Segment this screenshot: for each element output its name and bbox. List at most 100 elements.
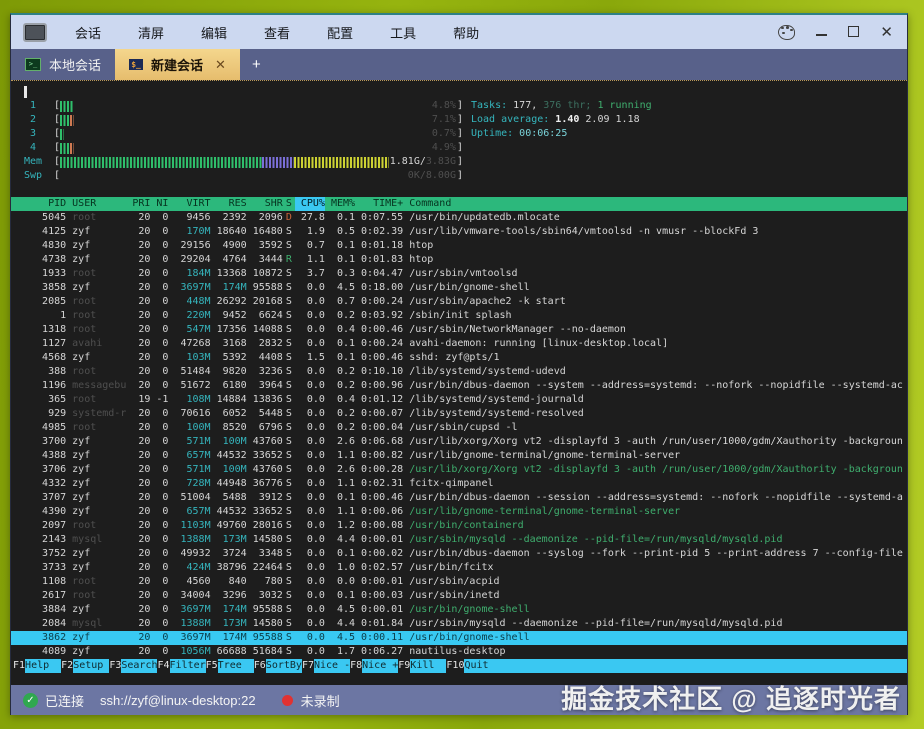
process-row[interactable]: 4125zyf200170M1864016480S1.90.50:02.39/u…	[11, 225, 907, 239]
cell-state: S	[283, 323, 295, 337]
tab-local-session[interactable]: >_ 本地会话	[11, 49, 115, 80]
cell-ni: 0	[150, 323, 168, 337]
fkey-f1[interactable]: F1Help	[13, 659, 61, 673]
process-row[interactable]: 1196messagebu2005167261803964S0.00.20:00…	[11, 379, 907, 393]
cell-ni: 0	[150, 449, 168, 463]
tab-new-session[interactable]: $_ 新建会话 ✕	[115, 49, 240, 80]
process-row[interactable]: 365root19-1108M1488413836S0.00.40:01.12/…	[11, 393, 907, 407]
cell-user: avahi	[72, 337, 126, 351]
fkey-f8[interactable]: F8Nice +	[350, 659, 398, 673]
process-row[interactable]: 4738zyf2002920447643444R1.10.10:01.83hto…	[11, 253, 907, 267]
menu-item[interactable]: 编辑	[201, 23, 227, 42]
column-header-pid[interactable]: PID	[24, 197, 66, 211]
new-tab-button[interactable]: +	[240, 49, 273, 80]
process-row[interactable]: 929systemd-r2007061660525448S0.00.20:00.…	[11, 407, 907, 421]
cell-mem: 0.0	[325, 575, 355, 589]
column-header-shr[interactable]: SHR	[247, 197, 283, 211]
process-row[interactable]: 2084mysql2001388M173M14580S0.04.40:01.84…	[11, 617, 907, 631]
cell-user: messagebu	[72, 379, 126, 393]
cell-virt: 103M	[168, 351, 210, 365]
column-header-res[interactable]: RES	[211, 197, 247, 211]
column-header-s[interactable]: S	[283, 197, 295, 211]
tab-close-icon[interactable]: ✕	[215, 57, 226, 73]
minimize-button[interactable]	[816, 26, 827, 39]
process-row[interactable]: 1318root200547M1735614088S0.00.40:00.46/…	[11, 323, 907, 337]
meter-segment	[60, 157, 262, 168]
cell-virt: 3697M	[168, 631, 210, 645]
meter-bar: 7.1%	[60, 113, 457, 127]
process-row[interactable]: 3700zyf200571M100M43760S0.02.60:06.68/us…	[11, 435, 907, 449]
close-button[interactable]: ✕	[880, 25, 893, 40]
process-row[interactable]: 1108root2004560840780S0.00.00:00.01/usr/…	[11, 575, 907, 589]
cell-user: zyf	[72, 463, 126, 477]
fkey-f7[interactable]: F7Nice -	[302, 659, 350, 673]
cell-shr: 14088	[247, 323, 283, 337]
column-header-cmd[interactable]: Command	[409, 197, 907, 211]
fkey-f5[interactable]: F5Tree	[206, 659, 254, 673]
info-text: ;	[585, 99, 597, 113]
theme-palette-icon[interactable]	[778, 25, 795, 40]
process-row[interactable]: 4332zyf200728M4494836776S0.01.10:02.31fc…	[11, 477, 907, 491]
cell-time: 0:00.28	[355, 463, 403, 477]
menu-item[interactable]: 配置	[327, 23, 353, 42]
cell-res: 38796	[211, 561, 247, 575]
process-row[interactable]: 2617root2003400432963032S0.00.10:00.03/u…	[11, 589, 907, 603]
watermark-text: 掘金技术社区 @ 追逐时光者	[561, 679, 901, 716]
process-row[interactable]: 4390zyf200657M4453233652S0.01.10:00.06/u…	[11, 505, 907, 519]
process-row[interactable]: 2143mysql2001388M173M14580S0.04.40:00.01…	[11, 533, 907, 547]
cell-time: 0:00.11	[355, 631, 403, 645]
cell-time: 0:00.03	[355, 589, 403, 603]
process-row[interactable]: 3858zyf2003697M174M95588S0.04.50:18.00/u…	[11, 281, 907, 295]
cell-cpu: 0.0	[295, 435, 325, 449]
cell-res: 173M	[211, 617, 247, 631]
cell-mem: 4.4	[325, 617, 355, 631]
local-terminal-icon: >_	[25, 58, 41, 71]
cell-ni: 0	[150, 491, 168, 505]
fkey-f3[interactable]: F3Search	[109, 659, 157, 673]
process-row[interactable]: 3862zyf2003697M174M95588S0.04.50:00.11/u…	[11, 631, 907, 645]
column-header-virt[interactable]: VIRT	[168, 197, 210, 211]
menu-item[interactable]: 会话	[75, 23, 101, 42]
fkey-f9[interactable]: F9Kill	[398, 659, 446, 673]
cell-state: R	[283, 253, 295, 267]
process-row[interactable]: 3752zyf2004993237243348S0.00.10:00.02/us…	[11, 547, 907, 561]
process-row[interactable]: 3707zyf2005100454883912S0.00.10:00.46/us…	[11, 491, 907, 505]
process-row[interactable]: 3706zyf200571M100M43760S0.02.60:00.28/us…	[11, 463, 907, 477]
column-header-cpu[interactable]: CPU%	[295, 197, 325, 211]
fkey-f6[interactable]: F6SortBy	[254, 659, 302, 673]
terminal-screen[interactable]: 1[4.8%] 2[7.1%] 3[0.7%] 4[4.9%]Mem[1.81G…	[11, 80, 907, 685]
process-row[interactable]: 5045root200945623922096D27.80.10:07.55/u…	[11, 211, 907, 225]
cell-cpu: 0.0	[295, 379, 325, 393]
process-row[interactable]: 4568zyf200103M53924408S1.50.10:00.46sshd…	[11, 351, 907, 365]
process-row[interactable]: 4985root200100M85206796S0.00.20:00.04/us…	[11, 421, 907, 435]
menu-item[interactable]: 帮助	[453, 23, 479, 42]
column-header-time[interactable]: TIME+	[355, 197, 403, 211]
process-row[interactable]: 3733zyf200424M3879622464S0.01.00:02.57/u…	[11, 561, 907, 575]
cell-res: 4900	[211, 239, 247, 253]
process-row[interactable]: 1root200220M94526624S0.00.20:03.92/sbin/…	[11, 309, 907, 323]
process-row[interactable]: 3884zyf2003697M174M95588S0.04.50:00.01/u…	[11, 603, 907, 617]
menu-item[interactable]: 清屏	[138, 23, 164, 42]
fkey-f4[interactable]: F4Filter	[157, 659, 205, 673]
column-header-pri[interactable]: PRI	[126, 197, 150, 211]
process-row[interactable]: 388root2005148498203236S0.00.20:10.10/li…	[11, 365, 907, 379]
process-row[interactable]: 1127avahi2004726831682832S0.00.10:00.24a…	[11, 337, 907, 351]
menu-item[interactable]: 工具	[390, 23, 416, 42]
process-row[interactable]: 1933root200184M1336810872S3.70.30:04.47/…	[11, 267, 907, 281]
fkey-f2[interactable]: F2Setup	[61, 659, 109, 673]
recording-status[interactable]: 未录制	[301, 691, 340, 710]
process-row[interactable]: 4089zyf2001056M6668851684S0.01.70:06.27n…	[11, 645, 907, 659]
process-row[interactable]: 2097root2001103M4976028016S0.01.20:00.08…	[11, 519, 907, 533]
process-row[interactable]: 2085root200448M2629220168S0.00.70:00.24/…	[11, 295, 907, 309]
maximize-button[interactable]	[848, 26, 859, 39]
process-row[interactable]: 4830zyf2002915649003592S0.70.10:01.18hto…	[11, 239, 907, 253]
menu-item[interactable]: 查看	[264, 23, 290, 42]
fkey-key: F3	[109, 659, 121, 673]
process-row[interactable]: 4388zyf200657M4453233652S0.01.10:00.82/u…	[11, 449, 907, 463]
fkey-f10[interactable]: F10Quit	[446, 659, 907, 673]
column-header-ni[interactable]: NI	[150, 197, 168, 211]
column-header-mem[interactable]: MEM%	[325, 197, 355, 211]
meter-total-value: 3.83G	[426, 156, 456, 167]
column-header-user[interactable]: USER	[72, 197, 126, 211]
cell-cpu: 0.0	[295, 393, 325, 407]
